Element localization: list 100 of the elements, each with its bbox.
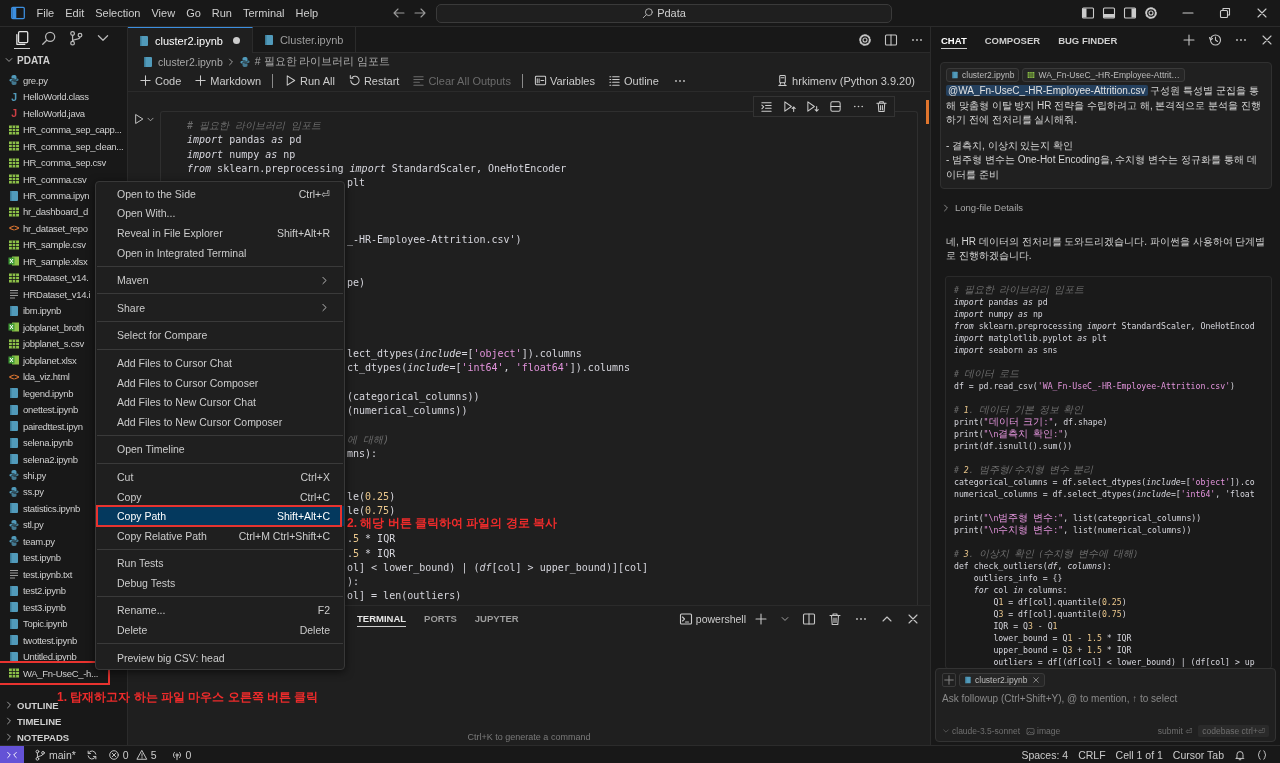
file-chip[interactable]: cluster2.ipynb (959, 673, 1046, 687)
editor-tab[interactable]: Cluster.ipynb (252, 27, 357, 52)
menu-bar-item[interactable]: Help (290, 7, 324, 19)
status-item[interactable]: Cursor Tab (1172, 748, 1224, 761)
toolbar-button[interactable]: Markdown (189, 74, 267, 87)
menu-item[interactable]: Run Tests (96, 553, 344, 574)
settings-icon[interactable] (1144, 6, 1158, 20)
file-chip[interactable]: cluster2.ipynb (946, 68, 1020, 82)
menu-item[interactable]: Reveal in File Explorer Shift+Alt+R (96, 223, 344, 243)
menu-item[interactable]: Preview big CSV: head (96, 647, 344, 668)
menu-item[interactable]: Open Timeline (96, 439, 344, 460)
tree-item[interactable]: HR_comma_sep_capp... (0, 121, 127, 138)
tree-item[interactable]: J HelloWorld.class (0, 88, 127, 105)
details-toggle[interactable]: Long-file Details (941, 202, 1272, 213)
file-chip[interactable]: WA_Fn-UseC_-HR-Employee-Attrit… (1022, 68, 1185, 82)
menu-item[interactable]: Copy Ctrl+C (96, 486, 344, 507)
history-icon[interactable] (1208, 33, 1222, 47)
sidebar-toggle-icon[interactable] (1081, 6, 1095, 20)
menu-item[interactable]: Rename... F2 (96, 600, 344, 621)
close-icon[interactable] (1255, 6, 1269, 20)
toolbar-button[interactable]: Restart (342, 74, 405, 87)
menu-item[interactable]: Add Files to New Cursor Composer (96, 411, 344, 432)
secondary-sidebar-toggle-icon[interactable] (1123, 6, 1137, 20)
split-cell-icon[interactable] (829, 100, 842, 113)
reply-text: 네, HR 데이터의 전처리를 도와드리겠습니다. 파이썬을 사용하여 단계별로 진행하겠습니다. (946, 235, 1267, 263)
menu-bar-item[interactable]: Go (180, 7, 207, 19)
toolbar-button[interactable]: Variables (528, 74, 600, 87)
trash-icon[interactable] (828, 611, 842, 626)
code-comment: # 필요한 라이브러리 임포트 (954, 284, 1084, 296)
panel-tab[interactable]: PORTS (424, 610, 457, 627)
unsaved-dot (232, 37, 240, 44)
close-icon[interactable] (1260, 33, 1274, 47)
tree-item[interactable]: HR_comma_sep.csv (0, 154, 127, 171)
chat-tab[interactable]: CHAT (941, 31, 967, 49)
problems-status[interactable]: 0 5 (107, 748, 161, 761)
toolbar-button[interactable]: Run All (279, 74, 340, 87)
plus-icon[interactable] (754, 611, 768, 626)
menu-bar-item[interactable]: Terminal (237, 7, 291, 19)
status-item[interactable]: Cell 1 of 1 (1115, 748, 1163, 761)
file-mention[interactable]: @WA_Fn-UseC_-HR-Employee-Attrition.csv (946, 85, 1148, 96)
files-icon[interactable] (14, 30, 30, 49)
status-item[interactable]: Spaces: 4 (1021, 748, 1069, 761)
search-field[interactable]: Pdata (436, 3, 892, 23)
panel-toggle-icon[interactable] (1102, 6, 1116, 20)
ports-status[interactable]: 0 (170, 748, 192, 761)
tree-item[interactable]: J HelloWorld.java (0, 104, 127, 122)
toolbar-button[interactable]: Outline (602, 74, 664, 87)
settings-icon[interactable] (858, 32, 872, 47)
menu-item[interactable]: Select for Compare (96, 325, 344, 346)
menu-bar-item[interactable]: Selection (89, 7, 146, 19)
source-control-icon[interactable] (68, 30, 84, 49)
trash-icon[interactable] (875, 100, 888, 113)
tree-item[interactable]: HR_comma_sep_clean... (0, 137, 127, 155)
menu-bar-item[interactable]: File (31, 7, 60, 19)
toolbar-button[interactable]: Code (134, 74, 187, 87)
run-above-icon[interactable] (783, 100, 796, 113)
python-file-icon (8, 518, 20, 531)
breadcrumb-item[interactable]: cluster2.ipynb (142, 55, 223, 68)
panel-tab[interactable]: JUPYTER (474, 610, 519, 627)
kernel-picker[interactable]: hrkimenv (Python 3.9.20) (771, 74, 920, 87)
section-header[interactable]: TIMELINE (0, 713, 127, 729)
chat-input[interactable]: cluster2.ipynb Ask followup (Ctrl+Shift+Y), @ to mention, ↑ to select claude-3.5-sonnet image submit ⏎ codebase ctrl+⏎ (935, 668, 1276, 742)
chat-tab[interactable]: COMPOSER (984, 31, 1041, 49)
remote-button[interactable] (0, 746, 24, 763)
bell-icon[interactable] (1234, 748, 1246, 761)
terminal-picker[interactable]: powershell (678, 611, 746, 626)
menu-item[interactable]: Copy Relative Path Ctrl+M Ctrl+Shift+C (96, 525, 344, 546)
restore-icon[interactable] (1218, 6, 1232, 20)
menu-item[interactable]: Add Files to Cursor Composer (96, 372, 344, 393)
menu-bar-item[interactable]: Edit (59, 7, 90, 19)
menu-item[interactable]: Add Files to Cursor Chat (96, 353, 344, 373)
menu-item[interactable]: Delete Delete (96, 620, 344, 640)
code-line: categorical_columns = df.select_dtypes(include=['object']).co (954, 476, 1255, 488)
section-header[interactable]: NOTEPADS (0, 729, 127, 745)
run-below-icon[interactable] (806, 100, 819, 113)
split-editor-icon[interactable] (884, 32, 898, 47)
tree-item[interactable]: gre.py (0, 72, 127, 89)
forward-arrow-icon[interactable] (413, 6, 427, 20)
split-terminal-icon[interactable] (802, 611, 816, 626)
menu-item[interactable]: Cut Ctrl+X (96, 467, 344, 487)
back-arrow-icon[interactable] (392, 6, 406, 20)
branch-status[interactable]: main* (34, 748, 76, 761)
breadcrumb-item[interactable]: # 필요한 라이브러리 임포트 (238, 54, 391, 69)
menu-item[interactable]: Copy Path Shift+Alt+C (96, 506, 344, 526)
menu-bar-item[interactable]: View (145, 7, 181, 19)
sync-icon[interactable] (85, 748, 98, 761)
status-item[interactable]: CRLF (1078, 748, 1106, 761)
chat-tab[interactable]: BUG FINDER (1058, 31, 1118, 49)
run-cell-button[interactable] (133, 112, 155, 126)
menu-item[interactable]: Open With... (96, 203, 344, 224)
panel-tab[interactable]: TERMINAL (357, 610, 407, 627)
indent-icon[interactable] (760, 100, 773, 113)
notebook-icon (8, 453, 20, 465)
menu-item[interactable]: Debug Tests (96, 573, 344, 593)
plus-icon[interactable] (1182, 33, 1196, 47)
braces-icon[interactable] (1256, 748, 1268, 761)
menu-item[interactable]: Add Files to New Cursor Chat (96, 392, 344, 412)
menu-bar-item[interactable]: Run (206, 7, 238, 19)
menu-item[interactable]: Open in Integrated Terminal (96, 242, 344, 263)
editor-tab[interactable]: cluster2.ipynb (128, 27, 253, 53)
